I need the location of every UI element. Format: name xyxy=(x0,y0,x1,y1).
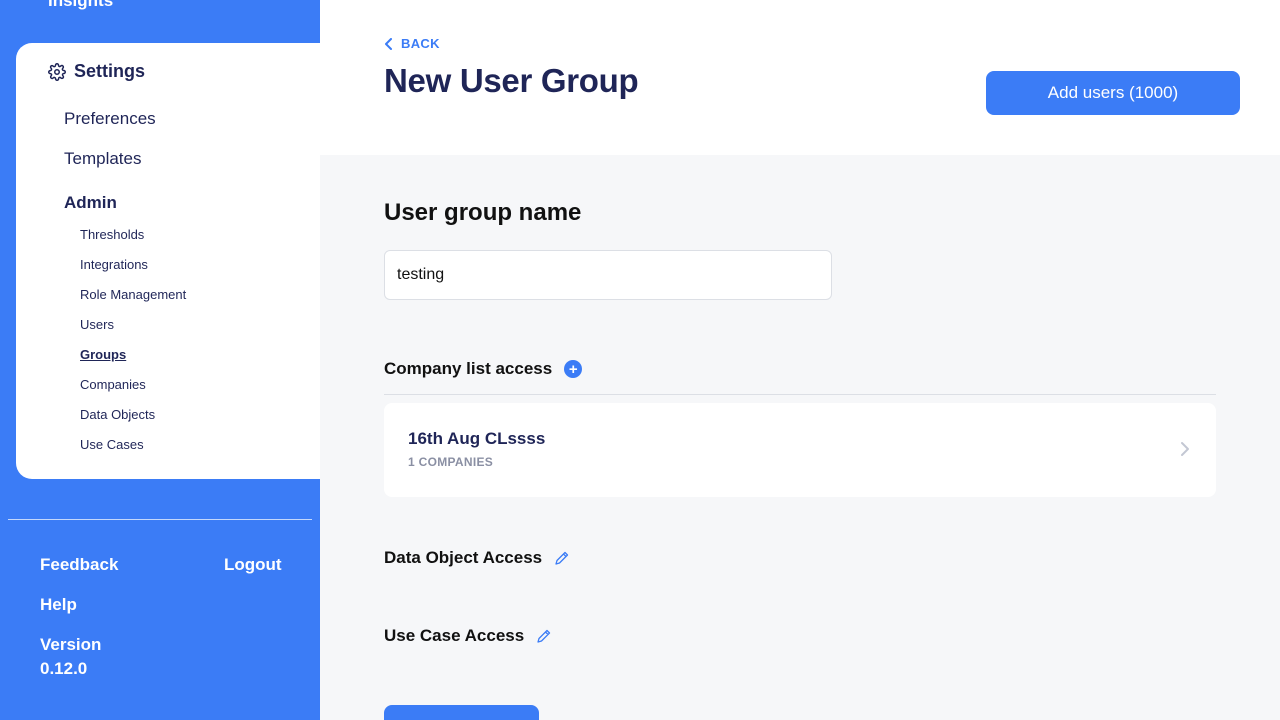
company-count: 1 COMPANIES xyxy=(408,455,494,469)
sidebar-divider xyxy=(8,519,312,520)
data-object-access-title: Data Object Access xyxy=(384,548,543,567)
feedback-link[interactable]: Feedback xyxy=(40,555,118,575)
group-name-title: User group name xyxy=(384,199,582,226)
company-access-header: Company list access + xyxy=(384,359,583,379)
pencil-icon[interactable] xyxy=(536,628,552,644)
plus-circle-icon[interactable]: + xyxy=(564,360,583,378)
chevron-left-icon xyxy=(385,37,392,50)
version-value: 0.12.0 xyxy=(40,659,88,678)
page-header: BACK New User Group Add users (1000) xyxy=(320,0,1280,155)
sidebar-item-templates[interactable]: Templates xyxy=(64,149,141,169)
use-case-access-header: Use Case Access xyxy=(384,626,552,646)
settings-title: Settings xyxy=(74,61,146,81)
sidebar-item-preferences[interactable]: Preferences xyxy=(64,109,156,129)
save-button[interactable] xyxy=(384,705,539,720)
sidebar: Insights Settings Preferences Templates … xyxy=(0,0,320,720)
sidebar-item-data-objects[interactable]: Data Objects xyxy=(80,407,155,422)
sidebar-item-insights[interactable]: Insights xyxy=(48,0,113,11)
sidebar-item-use-cases[interactable]: Use Cases xyxy=(80,437,144,452)
group-name-input[interactable] xyxy=(384,250,832,300)
company-list-card[interactable]: 16th Aug CLssss 1 COMPANIES xyxy=(384,403,1216,497)
back-label: BACK xyxy=(401,36,440,51)
sidebar-item-integrations[interactable]: Integrations xyxy=(80,257,148,272)
back-link[interactable]: BACK xyxy=(384,36,440,51)
company-list-divider xyxy=(384,394,1216,395)
data-object-access-header: Data Object Access xyxy=(384,548,570,568)
page-title: New User Group xyxy=(384,62,639,99)
sidebar-item-thresholds[interactable]: Thresholds xyxy=(80,227,144,242)
chevron-right-icon[interactable] xyxy=(1180,441,1190,457)
sidebar-item-companies[interactable]: Companies xyxy=(80,377,146,392)
settings-header[interactable]: Settings xyxy=(48,61,145,82)
help-link[interactable]: Help xyxy=(40,595,77,615)
version-label: Version xyxy=(40,635,102,654)
company-access-title: Company list access xyxy=(384,359,553,378)
sidebar-item-groups[interactable]: Groups xyxy=(80,347,126,362)
sidebar-item-users[interactable]: Users xyxy=(80,317,114,332)
logout-link[interactable]: Logout xyxy=(224,555,282,575)
sidebar-item-admin[interactable]: Admin xyxy=(64,193,117,213)
sidebar-item-role-management[interactable]: Role Management xyxy=(80,287,186,302)
company-list-name: 16th Aug CLssss xyxy=(408,429,546,448)
settings-panel: Settings Preferences Templates Admin Thr… xyxy=(16,43,320,479)
gear-icon xyxy=(48,62,66,81)
pencil-icon[interactable] xyxy=(554,550,570,566)
use-case-access-title: Use Case Access xyxy=(384,626,525,645)
add-users-button[interactable]: Add users (1000) xyxy=(986,71,1240,115)
